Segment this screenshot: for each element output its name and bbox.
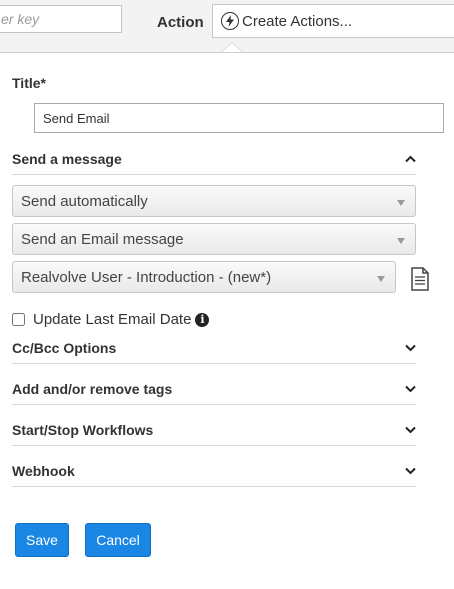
send-message-section-header[interactable]: Send a message (12, 147, 416, 171)
save-button[interactable]: Save (15, 523, 69, 557)
divider (12, 174, 416, 175)
dropdown-arrow-icon (397, 238, 405, 244)
section-label: Webhook (12, 463, 75, 479)
document-icon[interactable] (410, 267, 430, 291)
send-mode-select[interactable]: Send automatically (12, 185, 416, 217)
section-label: Send a message (12, 151, 122, 167)
divider (12, 363, 416, 364)
divider (12, 445, 416, 446)
dropdown-pointer (222, 43, 242, 52)
section-label: Add and/or remove tags (12, 381, 173, 397)
section-label: Start/Stop Workflows (12, 422, 154, 438)
divider (12, 404, 416, 405)
chevron-down-icon (404, 342, 416, 354)
cc-bcc-section-header[interactable]: Cc/Bcc Options (12, 336, 416, 360)
dropdown-arrow-icon (397, 200, 405, 206)
title-input[interactable] (34, 103, 444, 133)
tags-section-header[interactable]: Add and/or remove tags (12, 377, 416, 401)
checkbox-label: Update Last Email Date (33, 311, 192, 328)
chevron-down-icon (404, 465, 416, 477)
message-type-select[interactable]: Send an Email message (12, 223, 416, 255)
lightning-bolt-icon (221, 12, 239, 30)
cancel-button[interactable]: Cancel (85, 523, 151, 557)
action-label: Action (157, 14, 204, 31)
message-type-value: Send an Email message (21, 230, 184, 248)
webhook-section-header[interactable]: Webhook (12, 459, 416, 483)
send-mode-value: Send automatically (21, 192, 148, 210)
template-value: Realvolve User - Introduction - (new*) (21, 268, 272, 286)
update-last-email-date-checkbox[interactable] (12, 313, 25, 326)
action-value: Create Actions... (242, 12, 353, 30)
section-label: Cc/Bcc Options (12, 340, 117, 356)
info-icon[interactable]: i (195, 312, 210, 327)
chevron-down-icon (404, 424, 416, 436)
template-select[interactable]: Realvolve User - Introduction - (new*) (12, 261, 396, 293)
chevron-down-icon (404, 383, 416, 395)
action-dropdown[interactable]: Create Actions... (212, 4, 454, 38)
update-last-email-date-row: Update Last Email Date i (12, 311, 210, 328)
title-label: Title* (12, 75, 46, 91)
key-input[interactable] (0, 5, 122, 33)
divider (12, 486, 416, 487)
chevron-up-icon (404, 153, 416, 165)
dropdown-arrow-icon (377, 276, 385, 282)
workflows-section-header[interactable]: Start/Stop Workflows (12, 418, 416, 442)
